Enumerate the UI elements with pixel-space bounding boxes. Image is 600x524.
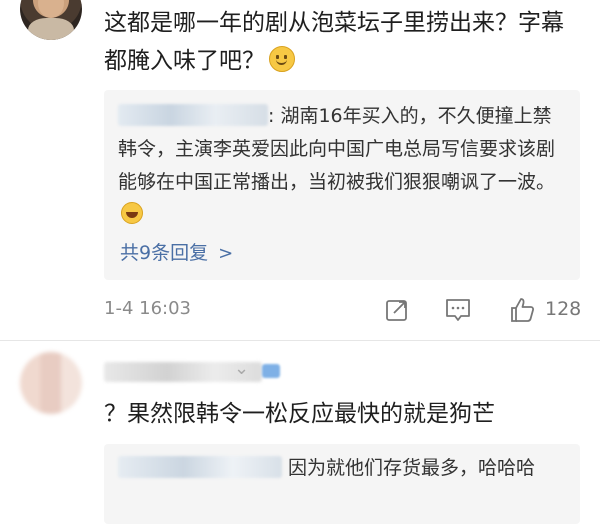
chevron-down-icon: ⌄ — [234, 358, 250, 379]
user-avatar-blurred[interactable] — [20, 352, 82, 414]
view-replies-link[interactable]: 共9条回复 > — [120, 238, 233, 265]
comment-divider — [0, 340, 600, 341]
smile-emoji-icon — [269, 46, 295, 72]
reply-text: : 湖南16年买入的，不久便撞上禁韩令，主演李英爱因此向中国广电总局写信要求该剧… — [118, 100, 568, 232]
avatar-collar — [28, 18, 74, 40]
chevron-right-icon: > — [218, 243, 234, 264]
reply-body: 因为就他们存货最多，哈哈哈 — [288, 457, 536, 479]
blurred-username[interactable] — [118, 104, 268, 126]
comment-icon[interactable] — [444, 297, 472, 323]
vip-badge-icon — [262, 364, 280, 378]
comment-timestamp: 1-4 16:03 — [104, 298, 191, 319]
comment-body: 这都是哪一年的剧从泡菜坛子里捞出来？字幕都腌入味了吧？ — [104, 10, 564, 74]
user-avatar[interactable] — [20, 0, 82, 40]
thumbs-up-icon[interactable] — [508, 296, 536, 324]
reply-text: 因为就他们存货最多，哈哈哈 — [118, 452, 568, 485]
comment-body: ？果然限韩令一松反应最快的就是狗芒 — [104, 401, 495, 427]
laugh-emoji-icon — [121, 202, 143, 224]
share-icon[interactable] — [384, 297, 410, 323]
blurred-username[interactable] — [118, 456, 282, 478]
reply-preview-box[interactable]: 因为就他们存货最多，哈哈哈 — [104, 444, 580, 524]
reply-preview-box[interactable]: : 湖南16年买入的，不久便撞上禁韩令，主演李英爱因此向中国广电总局写信要求该剧… — [104, 90, 580, 280]
like-count: 128 — [545, 298, 582, 320]
reply-colon: : — [268, 105, 281, 127]
comment-meta-row: 1-4 16:03 128 — [104, 296, 584, 324]
comment-text: ？果然限韩令一松反应最快的就是狗芒 — [104, 396, 584, 432]
view-replies-label: 共9条回复 — [120, 242, 209, 264]
comment-text: 这都是哪一年的剧从泡菜坛子里捞出来？字幕都腌入味了吧？ — [104, 4, 584, 80]
avatar-face — [38, 0, 64, 18]
